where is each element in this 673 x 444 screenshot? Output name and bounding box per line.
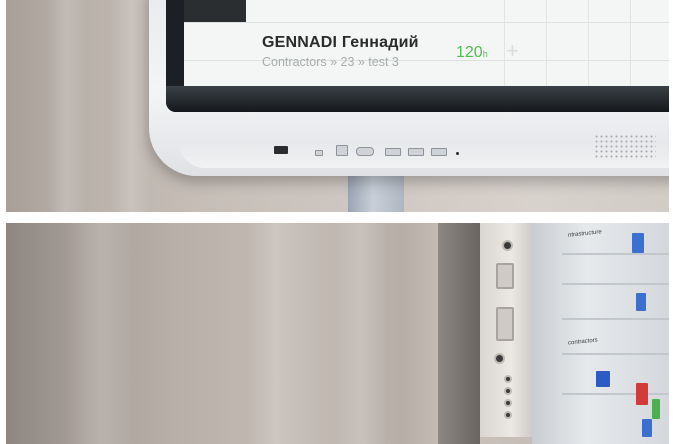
jack-icon	[504, 411, 512, 419]
audio-jack-icon	[502, 240, 513, 251]
grid-line	[630, 0, 631, 86]
screen-row-line	[562, 353, 669, 355]
monitor-stand	[348, 172, 404, 212]
usb-port-icon	[408, 148, 424, 156]
photo-board-side: ntrastructure contractors	[6, 223, 669, 444]
curtain-fold	[111, 0, 151, 212]
board-edge-shadow	[438, 223, 480, 444]
board-screen-angled: ntrastructure contractors	[532, 223, 669, 444]
dvi-port-icon	[496, 307, 514, 341]
side-screen-label: contractors	[568, 337, 598, 347]
curtain-fold	[246, 223, 306, 444]
curtain-fold	[336, 223, 386, 444]
jack-icon	[504, 399, 512, 407]
indicator-dot-icon	[456, 152, 459, 155]
side-screen-label: ntrastructure	[568, 229, 602, 239]
port-icon	[315, 150, 323, 156]
card-name: GENNADI Геннадий	[262, 34, 419, 51]
task-block	[632, 233, 644, 253]
screen-row-line	[562, 283, 669, 285]
screen-row-line	[562, 318, 669, 320]
curtain-fold	[46, 0, 86, 212]
plus-icon: +	[506, 38, 519, 63]
screen-app-area: GENNADI Геннадий Contractors » 23 » test…	[184, 0, 669, 86]
card-hours: 120h	[456, 44, 488, 62]
grid-line	[546, 0, 547, 86]
card-subtitle: Contractors » 23 » test 3	[262, 55, 399, 69]
screen-row-line	[562, 393, 669, 395]
task-block	[652, 399, 660, 419]
hours-unit: h	[482, 49, 488, 59]
monitor-screen: GENNADI Геннадий Contractors » 23 » test…	[166, 0, 669, 112]
hours-value: 120	[456, 44, 483, 61]
grid-line	[504, 0, 505, 86]
task-block	[636, 293, 646, 311]
port-icon	[336, 145, 348, 156]
grid-line	[184, 60, 669, 61]
usb-port-icon	[274, 146, 288, 154]
jack-icon	[504, 387, 512, 395]
usb-port-icon	[385, 148, 401, 156]
task-block	[596, 371, 610, 387]
speaker-grille	[594, 134, 656, 160]
task-block	[642, 419, 652, 437]
task-block	[636, 383, 648, 405]
screen-header-dark	[184, 0, 246, 22]
usb-port-icon	[431, 148, 447, 156]
grid-line	[184, 22, 669, 23]
hdmi-port-icon	[356, 147, 374, 156]
grid-line	[588, 0, 589, 86]
io-side-panel	[480, 223, 532, 437]
jack-icon	[504, 375, 512, 383]
screen-row-line	[562, 253, 669, 255]
screen-lower-edge	[166, 86, 669, 112]
curtain-fold	[66, 223, 136, 444]
vga-port-icon	[496, 263, 514, 289]
audio-jack-icon	[494, 353, 505, 364]
photo-monitor-front: GENNADI Геннадий Contractors » 23 » test…	[6, 0, 669, 212]
